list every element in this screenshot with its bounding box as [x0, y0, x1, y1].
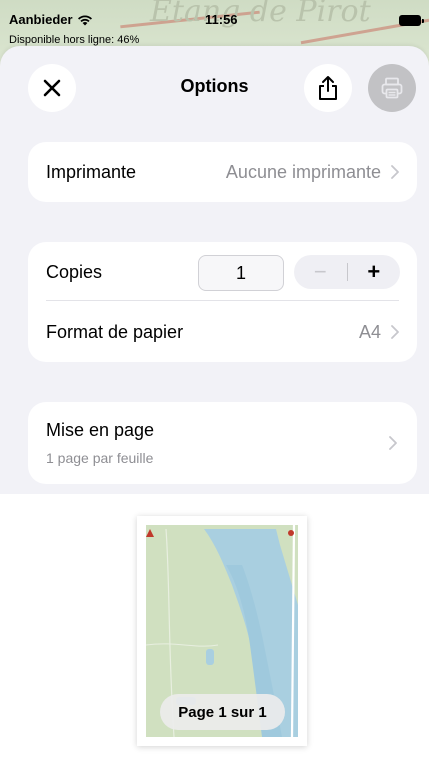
layout-card[interactable]: Mise en page 1 page par feuille: [28, 402, 417, 484]
printer-row[interactable]: Imprimante Aucune imprimante: [46, 142, 399, 202]
paper-size-row[interactable]: Format de papier A4: [46, 302, 399, 362]
printer-value: Aucune imprimante: [226, 162, 399, 183]
paper-size-value: A4: [359, 322, 399, 343]
share-button[interactable]: [304, 64, 352, 112]
share-icon: [319, 76, 337, 100]
printer-value-text: Aucune imprimante: [225, 161, 381, 182]
copies-label: Copies: [46, 261, 103, 282]
offline-availability: Disponible hors ligne: 46%: [9, 34, 140, 46]
paper-size-value-text: A4: [358, 321, 381, 342]
page-count-badge: Page 1 sur 1: [160, 694, 285, 730]
printer-label: Imprimante: [46, 161, 137, 182]
layout-title: Mise en page: [46, 420, 155, 440]
printer-icon: [381, 77, 403, 99]
chevron-right-icon: [391, 165, 399, 179]
print-preview-area: Page 1 sur 1: [0, 494, 429, 761]
chevron-right-icon: [391, 325, 399, 339]
page-preview[interactable]: Page 1 sur 1: [137, 516, 307, 746]
layout-subtitle: 1 page par feuille: [46, 450, 154, 466]
carrier: Aanbieder: [9, 12, 93, 27]
sheet-title: Options: [180, 76, 249, 96]
row-divider: [46, 300, 399, 301]
carrier-label: Aanbieder: [9, 12, 73, 27]
print-button[interactable]: [368, 64, 416, 112]
wifi-icon: [77, 15, 92, 25]
copies-field[interactable]: 1: [198, 255, 284, 291]
decrement-button[interactable]: −: [294, 255, 347, 289]
copies-stepper: − +: [294, 255, 400, 289]
increment-button[interactable]: +: [348, 255, 401, 289]
chevron-right-icon: [389, 436, 397, 450]
status-bar: Aanbieder 11:56 Disponible hors ligne: 4…: [0, 0, 429, 46]
clock: 11:56: [205, 12, 238, 27]
printer-card[interactable]: Imprimante Aucune imprimante: [28, 142, 417, 202]
copies-paper-card: Copies 1 − + Format de papier A4: [28, 242, 417, 362]
battery-icon: [399, 15, 424, 26]
paper-size-label: Format de papier: [46, 321, 184, 342]
print-options-sheet: Options Imprimante Aucune imprimante Cop…: [0, 46, 429, 761]
